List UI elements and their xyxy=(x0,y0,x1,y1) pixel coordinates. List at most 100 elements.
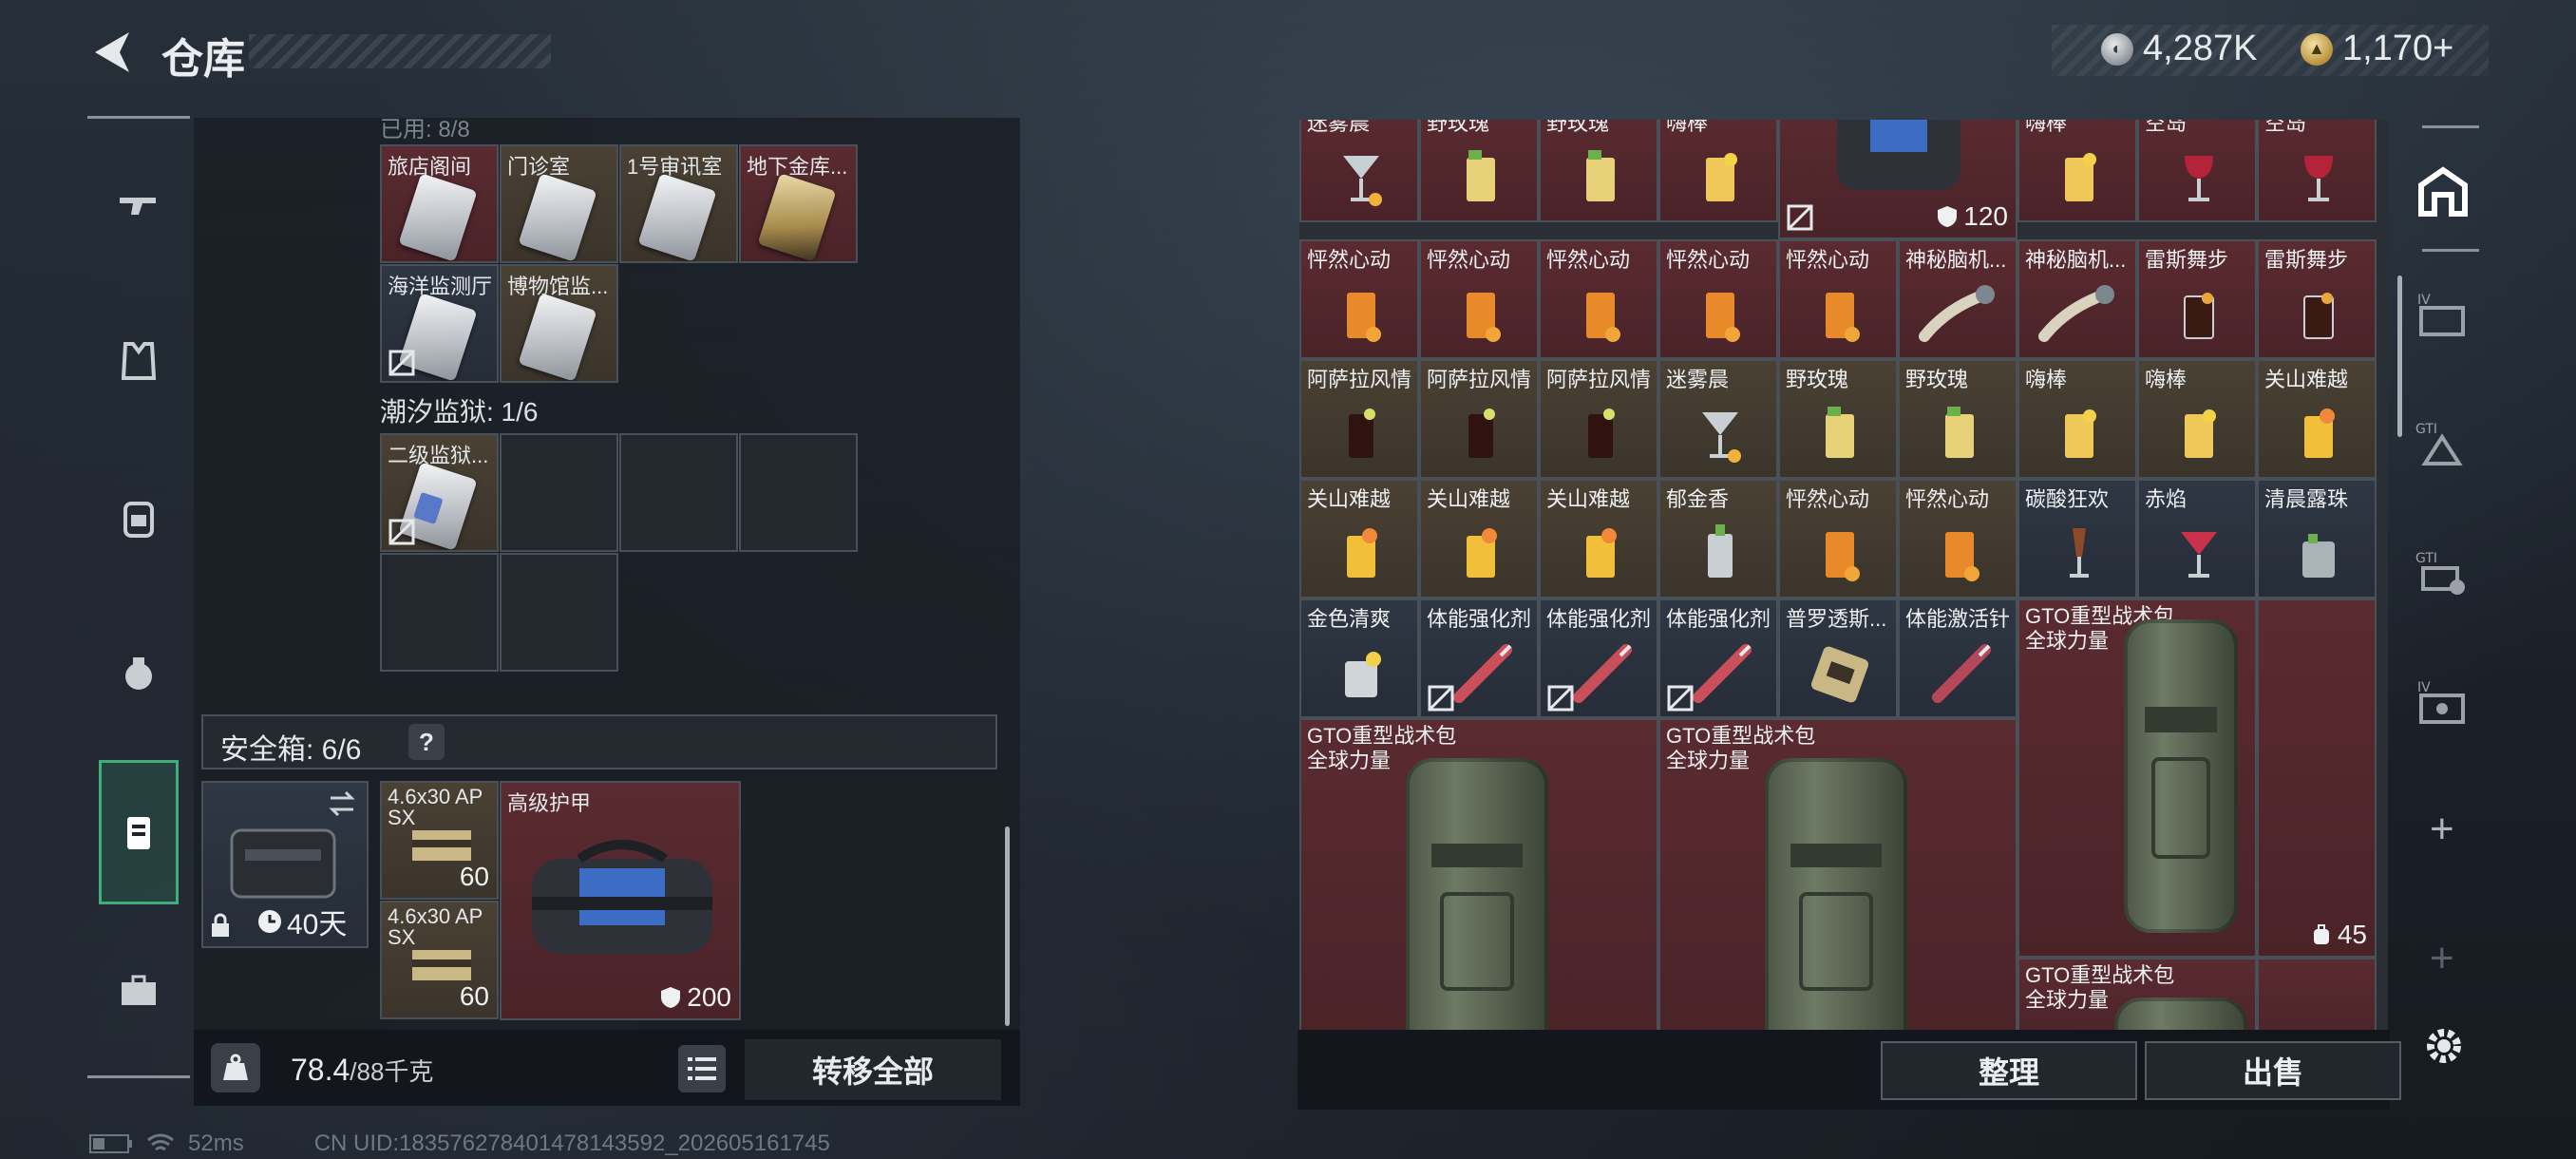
item-label: 普罗透斯... xyxy=(1786,607,1887,631)
grid-item[interactable]: 阿萨拉风情 xyxy=(1419,359,1539,479)
left-scrollbar[interactable] xyxy=(1005,826,1010,1026)
storage-grid[interactable]: 迷雾晨 野玫瑰 野玫瑰 嗨棒 120 嗨棒 空岛 空岛 怦然心动 怦然心动 怦然… xyxy=(1299,120,2388,1030)
grid-item[interactable]: 怦然心动 xyxy=(1778,239,1898,359)
grid-item-bag[interactable]: GTO重型战术包 全球力量 xyxy=(1299,718,1658,1030)
sort-button[interactable]: 整理 xyxy=(1881,1041,2137,1100)
grid-item-bag[interactable]: 120 xyxy=(1778,120,2017,239)
item-label: 高级护甲 xyxy=(507,791,592,815)
add-tab-icon[interactable]: + xyxy=(2430,806,2454,853)
weight-icon xyxy=(211,1043,260,1092)
sell-button[interactable]: 出售 xyxy=(2145,1041,2401,1100)
storage-tab-gti-1-icon[interactable]: GTI xyxy=(2413,414,2473,475)
cola-glass-icon xyxy=(2184,293,2214,339)
grid-item[interactable]: 阿萨拉风情 xyxy=(1299,359,1419,479)
grid-item[interactable]: 野玫瑰 xyxy=(1419,120,1539,222)
grid-item[interactable]: 关山难越 xyxy=(1419,479,1539,598)
grid-item[interactable]: 怦然心动 xyxy=(1898,479,2017,598)
grid-item[interactable]: 迷雾晨 xyxy=(1658,359,1778,479)
empty-slot[interactable] xyxy=(500,553,618,672)
grid-item-bag[interactable]: GTO重型战术包 全球力量 xyxy=(2017,958,2257,1030)
storage-tab-iv-2-icon[interactable]: IV xyxy=(2413,673,2473,733)
grid-item-bag[interactable]: GTO重型战术包 全球力量 xyxy=(2017,598,2257,958)
list-view-button[interactable] xyxy=(678,1045,726,1092)
grid-item[interactable]: 野玫瑰 xyxy=(1778,359,1898,479)
safebox-container[interactable]: 40天 xyxy=(201,781,369,948)
keycard-slot[interactable]: 二级监狱... xyxy=(380,433,499,552)
grid-item[interactable]: 雷斯舞步 xyxy=(2137,239,2257,359)
grid-item[interactable]: 雷斯舞步 xyxy=(2257,239,2377,359)
grid-item[interactable]: 怦然心动 xyxy=(1778,479,1898,598)
title-decoration xyxy=(249,34,551,68)
grid-item[interactable]: 体能强化剂 xyxy=(1419,598,1539,718)
highball-icon xyxy=(1706,153,1737,201)
grid-item[interactable]: 怦然心动 xyxy=(1539,239,1658,359)
rail-weapon-icon[interactable] xyxy=(95,162,182,249)
backpack-icon xyxy=(1765,758,1907,1030)
ammo-slot[interactable]: 4.6x30 AP SX 60 xyxy=(380,901,499,1019)
grid-item[interactable]: 神秘脑机... xyxy=(1898,239,2017,359)
armor-slot[interactable]: 高级护甲 200 xyxy=(500,781,741,1020)
grid-item[interactable]: 野玫瑰 xyxy=(1898,359,2017,479)
keycard-slot[interactable]: 海洋监测厅 xyxy=(380,264,499,383)
grid-item[interactable]: 普罗透斯... xyxy=(1778,598,1898,718)
rail-vest-icon[interactable] xyxy=(95,317,182,405)
keycard-slot[interactable]: 地下金库... xyxy=(739,144,858,263)
grid-item[interactable]: 嗨棒 xyxy=(2137,359,2257,479)
empty-slot[interactable] xyxy=(500,433,618,552)
grid-item-bag-extension[interactable] xyxy=(2257,958,2377,1030)
right-scrollbar[interactable] xyxy=(2397,276,2402,437)
grid-item[interactable]: 怦然心动 xyxy=(1419,239,1539,359)
grid-item[interactable]: 关山难越 xyxy=(1539,479,1658,598)
storage-tab-gti-2-icon[interactable]: GTI xyxy=(2413,543,2473,604)
back-icon[interactable] xyxy=(87,27,137,78)
grid-item[interactable]: 体能强化剂 xyxy=(1539,598,1658,718)
grid-item[interactable]: 清晨露珠 xyxy=(2257,479,2377,598)
grid-item[interactable]: 关山难越 xyxy=(1299,479,1419,598)
grid-item[interactable]: 怦然心动 xyxy=(1299,239,1419,359)
grid-item[interactable]: 嗨棒 xyxy=(2017,359,2137,479)
grid-item[interactable]: 空岛 xyxy=(2137,120,2257,222)
prison-section-title: 潮汐监狱: 1/6 xyxy=(380,397,539,427)
keycard-slot[interactable]: 1号审讯室 xyxy=(619,144,738,263)
grid-item[interactable]: 赤焰 xyxy=(2137,479,2257,598)
empty-slot[interactable] xyxy=(380,553,499,672)
armor-durability: 200 xyxy=(660,982,731,1013)
grid-item[interactable]: 关山难越 xyxy=(2257,359,2377,479)
grid-item[interactable]: 野玫瑰 xyxy=(1539,120,1658,222)
help-icon[interactable]: ? xyxy=(408,724,445,760)
item-label: 怦然心动 xyxy=(1427,248,1511,272)
grid-item[interactable]: 怦然心动 xyxy=(1658,239,1778,359)
grid-item[interactable]: 空岛 xyxy=(2257,120,2377,222)
grid-item-bag-extension[interactable]: 45 xyxy=(2257,598,2377,958)
grid-item[interactable]: 碳酸狂欢 xyxy=(2017,479,2137,598)
item-label: 关山难越 xyxy=(1307,487,1392,511)
empty-slot[interactable] xyxy=(619,433,738,552)
grid-item[interactable]: 金色清爽 xyxy=(1299,598,1419,718)
ammo-slot[interactable]: 4.6x30 AP SX 60 xyxy=(380,781,499,900)
grid-item[interactable]: 嗨棒 xyxy=(2017,120,2137,222)
item-label: 迷雾晨 xyxy=(1307,120,1371,135)
grid-item[interactable]: 体能激活针 xyxy=(1898,598,2017,718)
settings-icon[interactable] xyxy=(2420,1022,2468,1070)
grid-item[interactable]: 体能强化剂 xyxy=(1658,598,1778,718)
keycard-slot[interactable]: 博物馆监... xyxy=(500,264,618,383)
grid-item[interactable]: 阿萨拉风情 xyxy=(1539,359,1658,479)
grid-item[interactable]: 郁金香 xyxy=(1658,479,1778,598)
rail-case-icon[interactable] xyxy=(95,946,182,1034)
empty-slot[interactable] xyxy=(739,433,858,552)
keycard-slot[interactable]: 旅店阁间 xyxy=(380,144,499,263)
grid-item[interactable]: 神秘脑机... xyxy=(2017,239,2137,359)
grid-item[interactable]: 迷雾晨 xyxy=(1299,120,1419,222)
storage-tab-iv-1-icon[interactable]: IV xyxy=(2413,285,2473,346)
rail-backpack-icon[interactable] xyxy=(95,473,182,560)
gold-currency[interactable]: ▲ 1,170+ xyxy=(2301,28,2453,69)
keycard-slot[interactable]: 门诊室 xyxy=(500,144,618,263)
grid-item-bag[interactable]: GTO重型战术包 全球力量 xyxy=(1658,718,2017,1030)
bag-name: GTO重型战术包 xyxy=(2025,963,2175,987)
rocks-glass-icon xyxy=(2302,534,2335,578)
rail-safebox-icon[interactable] xyxy=(95,788,182,876)
transfer-all-button[interactable]: 转移全部 xyxy=(745,1039,1001,1100)
warehouse-icon[interactable] xyxy=(2413,162,2473,222)
grid-item[interactable]: 嗨棒 xyxy=(1658,120,1778,222)
rail-pouch-icon[interactable] xyxy=(95,629,182,716)
